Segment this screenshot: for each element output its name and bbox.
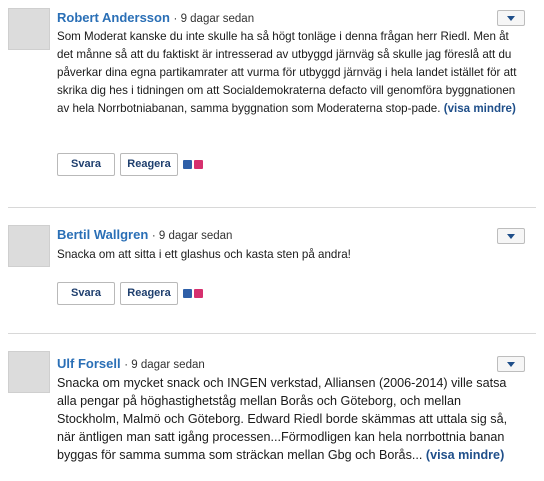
reaction-icons xyxy=(183,160,205,170)
emoji-heart-icon xyxy=(194,160,203,169)
timestamp: · 9 dagar sedan xyxy=(151,230,233,242)
divider xyxy=(8,207,536,208)
comment-header: Ulf Forsell · 9 dagar sedan xyxy=(57,356,205,373)
emoji-arrow-icon xyxy=(183,289,192,298)
comment-header: Robert Andersson · 9 dagar sedan xyxy=(57,10,254,27)
comment-menu-button[interactable] xyxy=(497,356,525,372)
show-less-link[interactable]: (visa mindre) xyxy=(426,448,504,462)
chevron-down-icon xyxy=(507,234,515,239)
comment-menu-button[interactable] xyxy=(497,228,525,244)
comment-text: Snacka om mycket snack och INGEN verksta… xyxy=(57,374,525,464)
comment-text: Som Moderat kanske du inte skulle ha så … xyxy=(57,28,525,118)
chevron-down-icon xyxy=(507,362,515,367)
reaction-icons xyxy=(183,289,205,299)
chevron-down-icon xyxy=(507,16,515,21)
timestamp: · 9 dagar sedan xyxy=(124,359,205,371)
author-name[interactable]: Robert Andersson xyxy=(57,10,170,25)
react-button[interactable]: Reagera xyxy=(120,153,178,176)
avatar[interactable] xyxy=(8,351,50,393)
comment-header: Bertil Wallgren · 9 dagar sedan xyxy=(57,227,232,244)
comment-body: Snacka om att sitta i ett glashus och ka… xyxy=(57,248,351,261)
emoji-arrow-icon xyxy=(183,160,192,169)
author-name[interactable]: Bertil Wallgren xyxy=(57,227,148,242)
timestamp: · 9 dagar sedan xyxy=(173,13,255,25)
comment-menu-button[interactable] xyxy=(497,10,525,26)
avatar[interactable] xyxy=(8,8,50,50)
comment-text: Snacka om att sitta i ett glashus och ka… xyxy=(57,246,525,264)
show-less-link[interactable]: (visa mindre) xyxy=(444,102,516,115)
react-button[interactable]: Reagera xyxy=(120,282,178,305)
avatar[interactable] xyxy=(8,225,50,267)
author-name[interactable]: Ulf Forsell xyxy=(57,356,121,371)
reply-button[interactable]: Svara xyxy=(57,282,115,305)
reply-button[interactable]: Svara xyxy=(57,153,115,176)
divider xyxy=(8,333,536,334)
emoji-heart-icon xyxy=(194,289,203,298)
